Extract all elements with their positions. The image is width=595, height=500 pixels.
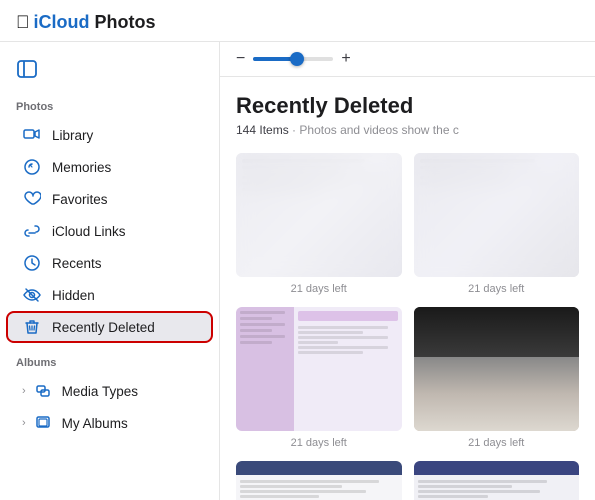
library-label: Library — [52, 128, 93, 143]
zoom-plus-button[interactable]: + — [341, 50, 350, 68]
content-meta: 144 Items · Photos and videos show the c — [236, 123, 579, 137]
zoom-thumb — [290, 52, 304, 66]
my-albums-label: My Albums — [62, 416, 128, 431]
icloud-links-icon — [22, 221, 42, 241]
hidden-label: Hidden — [52, 288, 95, 303]
memories-label: Memories — [52, 160, 111, 175]
icloud-links-label: iCloud Links — [52, 224, 126, 239]
zoom-slider[interactable] — [253, 57, 333, 61]
chevron-icon-2: › — [22, 417, 26, 429]
photo-grid: 21 days left 21 days left — [236, 153, 579, 500]
media-types-label: Media Types — [62, 384, 138, 399]
photo-thumbnail — [414, 307, 580, 431]
content-area: − + Recently Deleted 144 Items · Photos … — [220, 42, 595, 500]
app-header:  iCloud Photos — [0, 0, 595, 42]
photo-item[interactable]: 21 days left — [414, 461, 580, 500]
sidebar-item-recents[interactable]: Recents — [6, 247, 213, 279]
recents-label: Recents — [52, 256, 102, 271]
app-logo:  iCloud Photos — [16, 12, 156, 33]
trash-icon — [22, 317, 42, 337]
media-types-icon — [34, 381, 54, 401]
app-title: iCloud Photos — [34, 12, 156, 33]
photo-item[interactable]: 21 days left — [236, 153, 402, 295]
content-title: Recently Deleted — [236, 93, 579, 119]
memories-icon — [22, 157, 42, 177]
photo-item[interactable]: 21 days left — [236, 307, 402, 449]
photo-caption: 21 days left — [468, 437, 524, 449]
photo-item[interactable]: 21 days left — [414, 153, 580, 295]
photo-thumbnail — [236, 153, 402, 277]
sidebar-item-my-albums[interactable]: › My Albums — [6, 407, 213, 439]
photo-thumbnail — [414, 461, 580, 500]
recently-deleted-label: Recently Deleted — [52, 320, 155, 335]
photo-item[interactable]: 21 days left — [414, 307, 580, 449]
photo-caption: 21 days left — [468, 283, 524, 295]
sidebar-item-icloud-links[interactable]: iCloud Links — [6, 215, 213, 247]
photo-thumbnail — [414, 153, 580, 277]
sidebar: Photos Library Memories — [0, 42, 220, 500]
recents-icon — [22, 253, 42, 273]
photo-thumbnail — [236, 307, 402, 431]
favorites-icon — [22, 189, 42, 209]
sidebar-item-media-types[interactable]: › Media Types — [6, 375, 213, 407]
content-body: Recently Deleted 144 Items · Photos and … — [220, 77, 595, 500]
apple-icon:  — [16, 12, 30, 33]
zoom-minus-button[interactable]: − — [236, 50, 245, 68]
favorites-label: Favorites — [52, 192, 108, 207]
albums-section-label: Albums — [0, 353, 219, 375]
sidebar-item-hidden[interactable]: Hidden — [6, 279, 213, 311]
hidden-icon — [22, 285, 42, 305]
photo-thumbnail — [236, 461, 402, 500]
photo-item[interactable]: 21 days left — [236, 461, 402, 500]
main-layout: Photos Library Memories — [0, 42, 595, 500]
sidebar-item-library[interactable]: Library — [6, 119, 213, 151]
chevron-icon: › — [22, 385, 26, 397]
toolbar: − + — [220, 42, 595, 77]
my-albums-icon — [34, 413, 54, 433]
sidebar-toggle-button[interactable] — [0, 54, 219, 97]
photo-caption: 21 days left — [291, 437, 347, 449]
photos-section-label: Photos — [0, 97, 219, 119]
library-icon — [22, 125, 42, 145]
sidebar-item-memories[interactable]: Memories — [6, 151, 213, 183]
sidebar-item-favorites[interactable]: Favorites — [6, 183, 213, 215]
photo-caption: 21 days left — [291, 283, 347, 295]
meta-description: Photos and videos show the c — [299, 123, 458, 137]
sidebar-item-recently-deleted[interactable]: Recently Deleted — [6, 311, 213, 343]
